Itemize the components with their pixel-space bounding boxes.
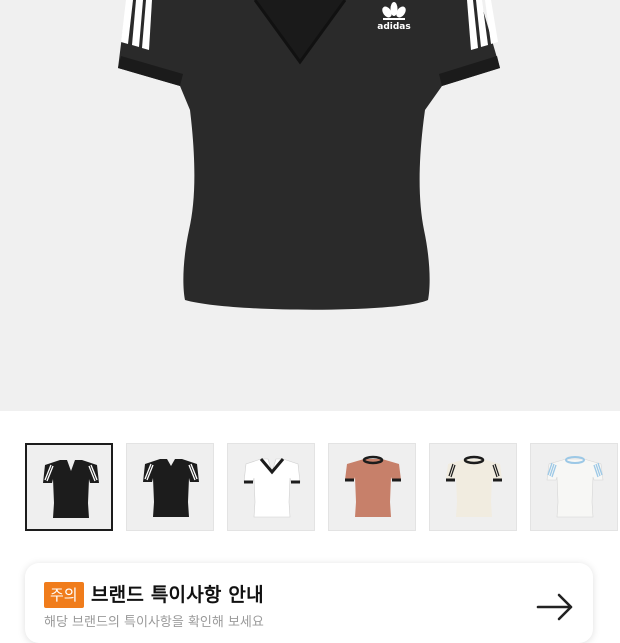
shirt-thumbnail-icon <box>143 459 199 517</box>
notice-title: 브랜드 특이사항 안내 <box>91 584 264 606</box>
shirt-illustration: adidas <box>118 0 500 310</box>
brand-notice-card[interactable]: 주의 브랜드 특이사항 안내 해당 브랜드의 특이사항을 확인해 보세요 <box>25 563 593 643</box>
thumbnail-white-tee-black-trim[interactable] <box>227 443 315 531</box>
shirt-thumbnail-icon <box>43 460 99 518</box>
shirt-thumbnail-icon <box>345 455 401 517</box>
svg-text:adidas: adidas <box>377 22 410 32</box>
thumbnail-white-tee-blue-trim[interactable] <box>530 443 618 531</box>
shirt-thumbnail-icon <box>446 455 502 517</box>
product-hero-image[interactable]: adidas <box>0 0 620 411</box>
thumbnail-black-tee-front[interactable] <box>25 443 113 531</box>
notice-badge: 주의 <box>44 582 84 608</box>
thumbnail-strip <box>25 443 620 533</box>
shirt-thumbnail-icon <box>546 456 604 518</box>
thumbnail-black-tee-back[interactable] <box>126 443 214 531</box>
arrow-right-icon[interactable] <box>535 591 575 627</box>
shirt-thumbnail-icon <box>243 458 301 518</box>
thumbnail-clay-tee-black-trim[interactable] <box>328 443 416 531</box>
thumbnail-cream-tee-black-trim[interactable] <box>429 443 517 531</box>
notice-subtitle: 해당 브랜드의 특이사항을 확인해 보세요 <box>44 615 264 630</box>
